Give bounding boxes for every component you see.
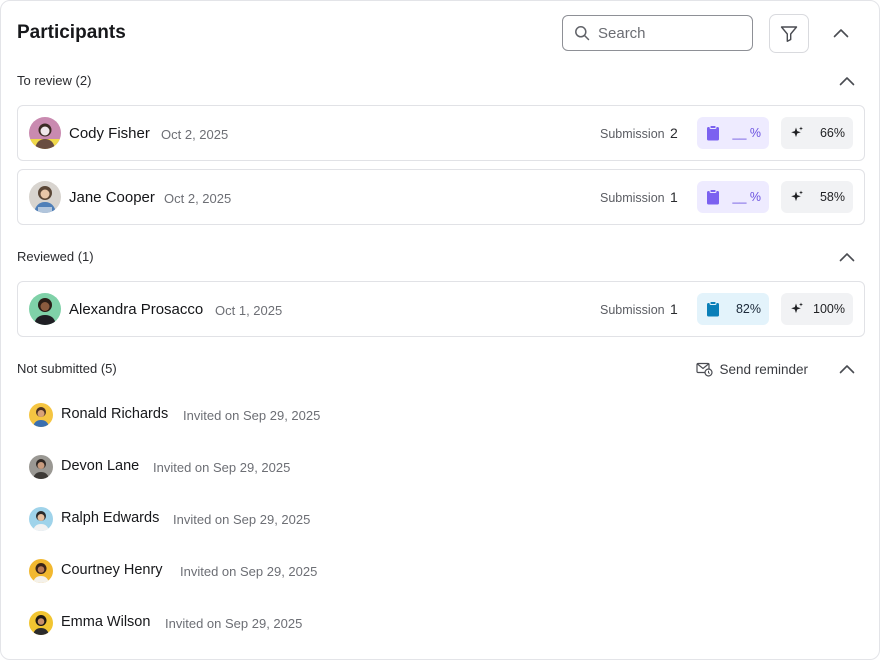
submission-label: Submission — [600, 191, 665, 205]
filter-button[interactable] — [769, 14, 809, 53]
clipboard-icon — [707, 301, 719, 317]
page-title: Participants — [17, 22, 126, 43]
ai-score-pill[interactable]: 100% — [781, 293, 853, 325]
collapse-section-button[interactable] — [835, 69, 859, 93]
avatar — [29, 611, 53, 635]
sparkle-icon — [791, 190, 803, 202]
section-to-review-header[interactable]: To review (2) — [17, 69, 863, 93]
participant-card-jane-cooper[interactable]: Jane Cooper Oct 2, 2025 Submission 1 __ … — [17, 169, 865, 225]
participant-card-cody-fisher[interactable]: Cody Fisher Oct 2, 2025 Submission 2 __ … — [17, 105, 865, 161]
sparkle-icon — [791, 302, 803, 314]
review-score: 82% — [735, 302, 761, 316]
submission-count: 1 — [670, 301, 678, 317]
list-item[interactable]: Ralph Edwards Invited on Sep 29, 2025 — [29, 505, 729, 537]
panel-header: Participants — [17, 14, 863, 53]
collapse-section-button[interactable] — [835, 357, 859, 381]
list-item[interactable]: Devon Lane Invited on Sep 29, 2025 — [29, 453, 729, 485]
review-score-pill[interactable]: __ % — [697, 181, 769, 213]
participant-card-alexandra-prosacco[interactable]: Alexandra Prosacco Oct 1, 2025 Submissio… — [17, 281, 865, 337]
participant-name: Jane Cooper — [69, 189, 155, 206]
participant-name: Cody Fisher — [69, 125, 150, 142]
invited-date: Invited on Sep 29, 2025 — [173, 512, 311, 527]
submission-count: 1 — [670, 189, 678, 205]
ai-score: 100% — [813, 302, 845, 316]
submission-label: Submission — [600, 303, 665, 317]
search-box[interactable] — [562, 15, 753, 51]
ai-score-pill[interactable]: 66% — [781, 117, 853, 149]
review-score-pill[interactable]: __ % — [697, 117, 769, 149]
chevron-up-icon — [833, 29, 849, 38]
send-reminder-label: Send reminder — [719, 361, 808, 377]
section-reviewed-header[interactable]: Reviewed (1) — [17, 245, 863, 269]
review-score-pill[interactable]: 82% — [697, 293, 769, 325]
send-reminder-button[interactable]: Send reminder — [696, 357, 808, 381]
avatar — [29, 559, 53, 583]
invited-date: Invited on Sep 29, 2025 — [165, 616, 303, 631]
search-input[interactable] — [598, 24, 748, 42]
participant-name: Ronald Richards — [61, 406, 169, 422]
mail-reminder-icon — [696, 362, 714, 377]
clipboard-icon — [707, 189, 719, 205]
sparkle-icon — [791, 126, 803, 138]
avatar — [29, 455, 53, 479]
review-score: __ % — [732, 126, 762, 140]
list-item[interactable]: Ronald Richards Invited on Sep 29, 2025 — [29, 401, 729, 433]
invited-date: Invited on Sep 29, 2025 — [180, 564, 318, 579]
collapse-panel-button[interactable] — [829, 21, 853, 45]
invited-date: Invited on Sep 29, 2025 — [183, 408, 321, 423]
participant-name: Ralph Edwards — [61, 510, 160, 526]
ai-score-pill[interactable]: 58% — [781, 181, 853, 213]
list-item[interactable]: Courtney Henry Invited on Sep 29, 2025 — [29, 557, 729, 589]
participant-name: Emma Wilson — [61, 614, 151, 630]
section-not-submitted-header[interactable]: Not submitted (5) Send reminder — [17, 357, 863, 381]
avatar — [29, 293, 61, 325]
invited-date: Invited on Sep 29, 2025 — [153, 460, 291, 475]
submission-date: Oct 2, 2025 — [161, 127, 229, 142]
participant-name: Courtney Henry — [61, 562, 163, 578]
avatar — [29, 181, 61, 213]
avatar — [29, 117, 61, 149]
review-score: __ % — [732, 190, 762, 204]
avatar — [29, 507, 53, 531]
list-item[interactable]: Emma Wilson Invited on Sep 29, 2025 — [29, 609, 729, 641]
avatar — [29, 403, 53, 427]
filter-icon — [780, 25, 798, 42]
search-icon — [575, 26, 590, 41]
participant-name: Alexandra Prosacco — [69, 301, 204, 318]
ai-score: 66% — [819, 126, 845, 140]
section-label: To review (2) — [17, 73, 92, 88]
clipboard-icon — [707, 125, 719, 141]
submission-label: Submission — [600, 127, 665, 141]
chevron-up-icon — [839, 365, 855, 374]
chevron-up-icon — [839, 253, 855, 262]
section-label: Reviewed (1) — [17, 249, 94, 264]
participant-name: Devon Lane — [61, 458, 140, 474]
section-label: Not submitted (5) — [17, 361, 117, 376]
ai-score: 58% — [819, 190, 845, 204]
participants-panel: Participants To review (2) — [0, 0, 880, 660]
submission-count: 2 — [670, 125, 678, 141]
submission-date: Oct 1, 2025 — [215, 303, 283, 318]
submission-date: Oct 2, 2025 — [164, 191, 232, 206]
collapse-section-button[interactable] — [835, 245, 859, 269]
chevron-up-icon — [839, 77, 855, 86]
